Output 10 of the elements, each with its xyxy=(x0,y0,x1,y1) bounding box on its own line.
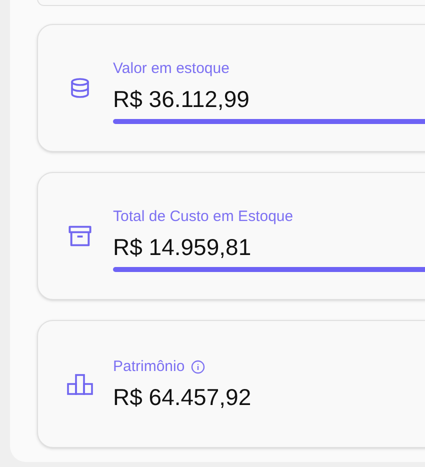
stat-label: Patrimônio xyxy=(113,357,185,377)
info-icon[interactable] xyxy=(190,360,205,374)
stat-value: R$ 64.457,92 xyxy=(113,383,252,411)
bar-chart-icon xyxy=(67,372,93,396)
stat-value: R$ 36.112,99 xyxy=(113,84,250,112)
database-icon xyxy=(68,76,92,100)
stat-value: R$ 14.959,81 xyxy=(113,232,252,260)
archive-box-icon xyxy=(67,223,93,249)
stat-label: Valor em estoque xyxy=(113,58,230,78)
stat-label: Total de Custo em Estoque xyxy=(113,206,294,226)
